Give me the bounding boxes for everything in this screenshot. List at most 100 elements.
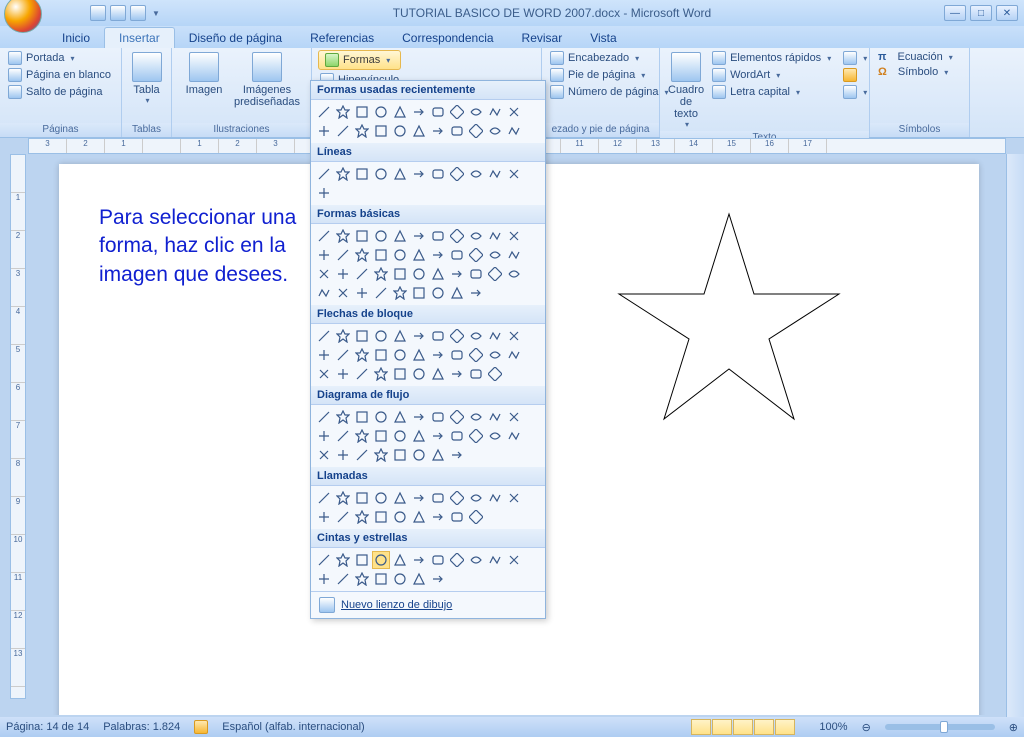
shape-option[interactable] <box>486 427 504 445</box>
shape-option[interactable] <box>410 489 428 507</box>
shape-option[interactable] <box>429 284 447 302</box>
shape-option[interactable] <box>353 327 371 345</box>
shape-option[interactable] <box>334 570 352 588</box>
shape-option[interactable] <box>372 551 390 569</box>
shape-option[interactable] <box>448 551 466 569</box>
shape-option[interactable] <box>429 246 447 264</box>
pie-pagina-button[interactable]: Pie de página▾ <box>548 67 671 83</box>
shape-option[interactable] <box>353 551 371 569</box>
shape-option[interactable] <box>334 327 352 345</box>
shape-option[interactable] <box>372 570 390 588</box>
shape-option[interactable] <box>467 408 485 426</box>
status-language[interactable]: Español (alfab. internacional) <box>222 721 364 733</box>
shape-option[interactable] <box>448 246 466 264</box>
shape-option[interactable] <box>315 551 333 569</box>
shape-option[interactable] <box>448 408 466 426</box>
shape-option[interactable] <box>353 227 371 245</box>
shape-option[interactable] <box>467 327 485 345</box>
shape-option[interactable] <box>315 346 333 364</box>
status-page[interactable]: Página: 14 de 14 <box>6 721 89 733</box>
shape-option[interactable] <box>429 508 447 526</box>
cuadro-texto-button[interactable]: Cuadro de texto▾ <box>666 50 706 131</box>
shape-option[interactable] <box>315 103 333 121</box>
tab-correspondencia[interactable]: Correspondencia <box>388 28 507 48</box>
undo-icon[interactable] <box>110 5 126 21</box>
shape-option[interactable] <box>353 346 371 364</box>
shape-option[interactable] <box>372 284 390 302</box>
shape-option[interactable] <box>505 489 523 507</box>
letra-capital-button[interactable]: Letra capital▾ <box>710 84 833 100</box>
shape-option[interactable] <box>353 508 371 526</box>
shape-option[interactable] <box>505 346 523 364</box>
shape-option[interactable] <box>334 284 352 302</box>
signature-button[interactable]: ▾ <box>841 50 869 66</box>
shape-option[interactable] <box>410 446 428 464</box>
portada-button[interactable]: Portada▾ <box>6 50 113 66</box>
shape-option[interactable] <box>429 446 447 464</box>
shape-option[interactable] <box>391 103 409 121</box>
shape-option[interactable] <box>467 122 485 140</box>
shape-option[interactable] <box>448 427 466 445</box>
shape-option[interactable] <box>315 327 333 345</box>
shape-option[interactable] <box>410 227 428 245</box>
shape-option[interactable] <box>353 122 371 140</box>
shape-option[interactable] <box>429 551 447 569</box>
shape-option[interactable] <box>448 265 466 283</box>
shape-option[interactable] <box>372 327 390 345</box>
shape-option[interactable] <box>467 489 485 507</box>
shape-option[interactable] <box>486 408 504 426</box>
tab-inicio[interactable]: Inicio <box>48 28 104 48</box>
shape-option[interactable] <box>353 246 371 264</box>
shape-option[interactable] <box>353 408 371 426</box>
shape-option[interactable] <box>353 365 371 383</box>
shape-option[interactable] <box>410 551 428 569</box>
shape-option[interactable] <box>448 508 466 526</box>
shape-option[interactable] <box>334 365 352 383</box>
shape-option[interactable] <box>486 346 504 364</box>
shape-option[interactable] <box>505 427 523 445</box>
shape-option[interactable] <box>334 103 352 121</box>
object-button[interactable]: ▾ <box>841 84 869 100</box>
close-button[interactable]: ✕ <box>996 5 1018 21</box>
view-draft[interactable] <box>775 719 795 735</box>
save-icon[interactable] <box>90 5 106 21</box>
shape-option[interactable] <box>467 265 485 283</box>
shape-option[interactable] <box>353 570 371 588</box>
shape-option[interactable] <box>391 551 409 569</box>
tab-insertar[interactable]: Insertar <box>104 27 175 48</box>
shape-option[interactable] <box>315 365 333 383</box>
tab-revisar[interactable]: Revisar <box>508 28 577 48</box>
shape-option[interactable] <box>334 246 352 264</box>
shape-option[interactable] <box>391 365 409 383</box>
wordart-button[interactable]: WordArt▾ <box>710 67 833 83</box>
shape-option[interactable] <box>505 265 523 283</box>
shape-option[interactable] <box>391 446 409 464</box>
shape-option[interactable] <box>448 346 466 364</box>
shape-option[interactable] <box>372 165 390 183</box>
shape-option[interactable] <box>467 427 485 445</box>
shape-option[interactable] <box>467 165 485 183</box>
shape-option[interactable] <box>391 265 409 283</box>
shape-option[interactable] <box>372 489 390 507</box>
proofing-icon[interactable] <box>194 720 208 734</box>
shape-option[interactable] <box>448 284 466 302</box>
shape-option[interactable] <box>315 227 333 245</box>
view-web[interactable] <box>733 719 753 735</box>
shape-option[interactable] <box>410 284 428 302</box>
shape-option[interactable] <box>372 246 390 264</box>
redo-icon[interactable] <box>130 5 146 21</box>
shape-option[interactable] <box>372 346 390 364</box>
shape-option[interactable] <box>467 551 485 569</box>
shape-option[interactable] <box>410 570 428 588</box>
shape-option[interactable] <box>505 122 523 140</box>
shape-option[interactable] <box>334 165 352 183</box>
shape-option[interactable] <box>410 327 428 345</box>
shape-option[interactable] <box>505 408 523 426</box>
shape-option[interactable] <box>391 122 409 140</box>
shape-option[interactable] <box>467 246 485 264</box>
shape-option[interactable] <box>372 265 390 283</box>
shape-option[interactable] <box>410 103 428 121</box>
view-print-layout[interactable] <box>691 719 711 735</box>
shape-option[interactable] <box>486 489 504 507</box>
zoom-slider[interactable] <box>885 724 995 730</box>
